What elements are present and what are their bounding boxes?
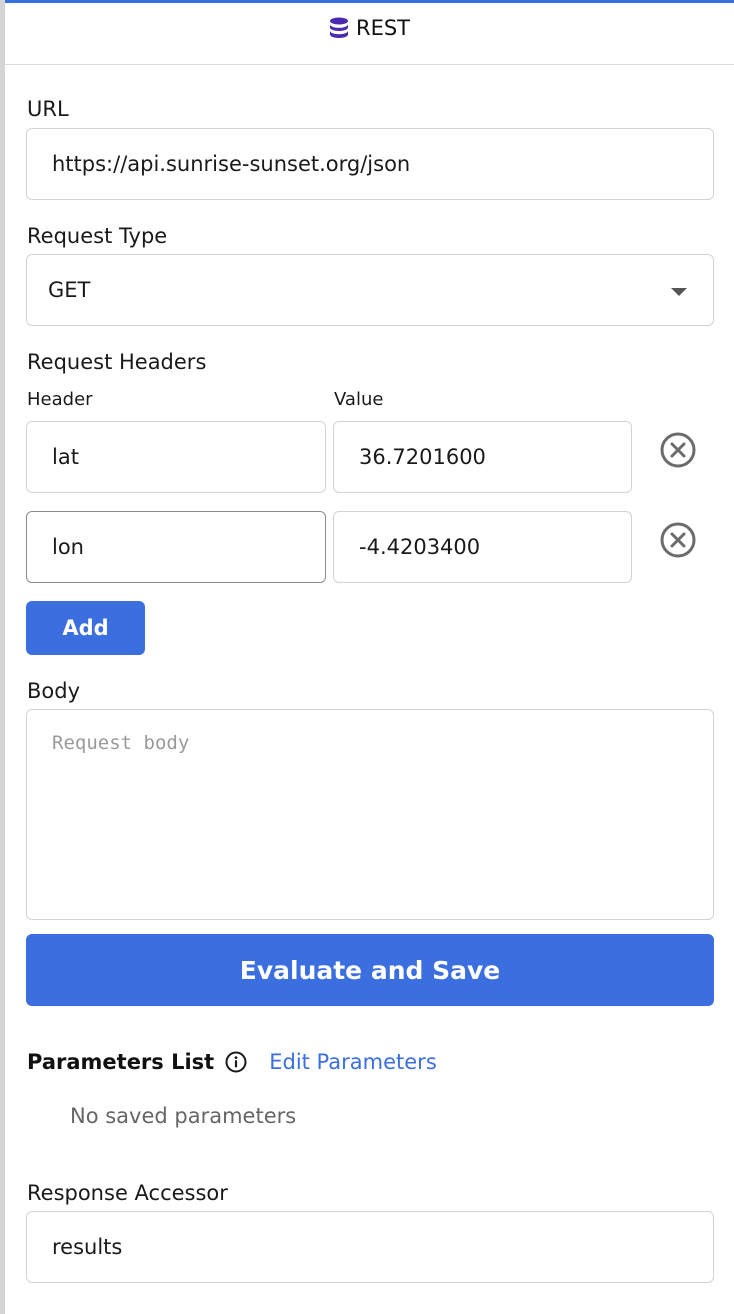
value-column-label: Value [334, 389, 384, 410]
rest-config-panel: REST URL https://api.sunrise-sunset.org/… [0, 0, 734, 1314]
header-key-value: lat [52, 445, 79, 469]
response-accessor-value: results [52, 1235, 123, 1259]
header-key-value: lon [52, 535, 84, 559]
request-body-placeholder: Request body [52, 732, 190, 754]
edit-parameters-link[interactable]: Edit Parameters [269, 1050, 437, 1074]
response-accessor-input[interactable]: results [26, 1211, 714, 1283]
header-value-input[interactable]: 36.7201600 [333, 421, 632, 493]
header-value-input[interactable]: -4.4203400 [333, 511, 632, 583]
response-accessor-label: Response Accessor [27, 1181, 228, 1205]
url-value: https://api.sunrise-sunset.org/json [52, 152, 411, 176]
request-type-value: GET [48, 278, 91, 302]
header-key-input[interactable]: lon [26, 511, 326, 583]
request-type-label: Request Type [27, 224, 168, 248]
close-circle-icon [660, 522, 696, 558]
close-circle-icon [660, 432, 696, 468]
chevron-down-icon [671, 288, 687, 296]
request-body-textarea[interactable]: Request body [26, 709, 714, 920]
body-label: Body [27, 679, 81, 703]
url-label: URL [27, 97, 69, 121]
panel-title: REST [355, 15, 411, 40]
evaluate-and-save-button[interactable]: Evaluate and Save [26, 934, 714, 1006]
header-key-input[interactable]: lat [26, 421, 326, 493]
panel-left-border [0, 0, 5, 1314]
url-input[interactable]: https://api.sunrise-sunset.org/json [26, 128, 714, 200]
request-type-select[interactable]: GET [26, 254, 714, 326]
remove-header-button[interactable] [660, 432, 696, 468]
parameters-list-header: Parameters List Edit Parameters [27, 1046, 437, 1078]
add-header-button[interactable]: Add [26, 601, 145, 655]
parameters-list-title: Parameters List [27, 1050, 215, 1074]
no-parameters-text: No saved parameters [70, 1104, 297, 1128]
request-headers-label: Request Headers [27, 350, 207, 374]
info-icon[interactable] [225, 1051, 247, 1073]
database-icon [329, 17, 349, 39]
header-value-value: -4.4203400 [359, 535, 481, 559]
panel-header: REST [5, 3, 734, 65]
remove-header-button[interactable] [660, 522, 696, 558]
header-value-value: 36.7201600 [359, 445, 486, 469]
header-column-label: Header [27, 389, 93, 410]
